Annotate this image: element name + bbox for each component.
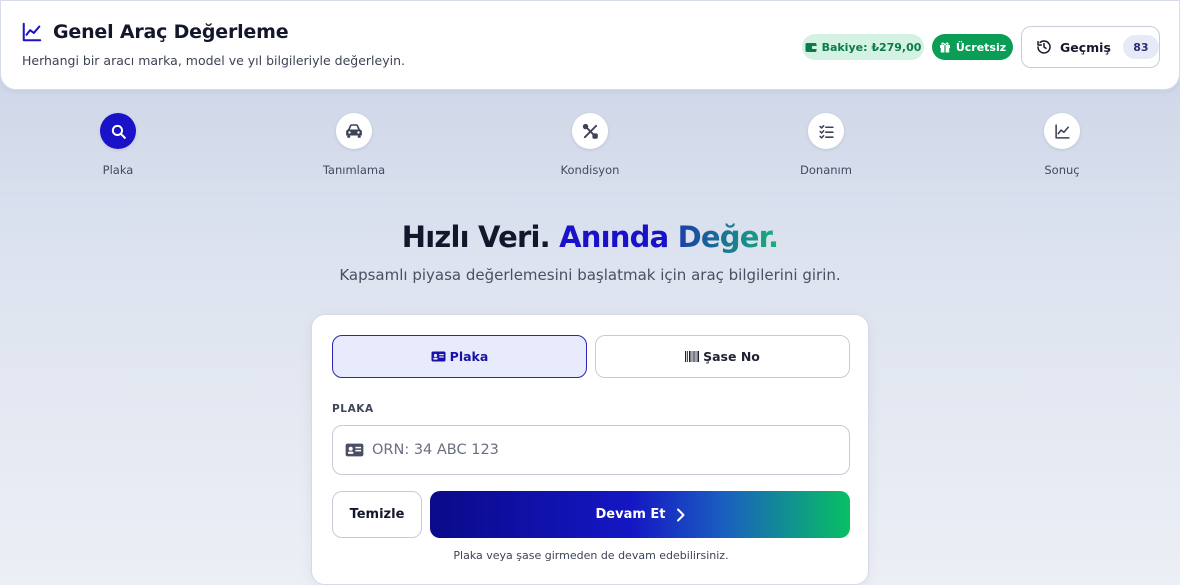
tab-sase-no[interactable]: Şase No xyxy=(595,335,850,378)
tab-sase-no-label: Şase No xyxy=(703,349,760,364)
step-label: Kondisyon xyxy=(560,163,620,177)
chart-line-icon xyxy=(21,21,43,43)
balance-badge: Bakiye: ₺279,00 xyxy=(802,34,924,60)
continue-button[interactable]: Devam Et xyxy=(430,491,850,538)
car-icon xyxy=(336,113,372,149)
page-subtitle: Herhangi bir aracı marka, model ve yıl b… xyxy=(22,53,405,68)
id-card-icon xyxy=(345,443,364,457)
chevron-right-icon xyxy=(676,508,685,522)
tab-plaka[interactable]: Plaka xyxy=(332,335,587,378)
chart-line-icon xyxy=(1044,113,1080,149)
form-hint: Plaka veya şase girmeden de devam edebil… xyxy=(453,549,729,562)
step-sonuc[interactable]: Sonuç xyxy=(1002,113,1122,177)
checklist-icon xyxy=(808,113,844,149)
id-card-icon xyxy=(431,351,446,362)
page-title: Genel Araç Değerleme xyxy=(53,21,289,43)
plate-input-wrapper[interactable] xyxy=(332,425,850,475)
clear-button[interactable]: Temizle xyxy=(332,491,422,538)
history-button[interactable]: Geçmiş 83 xyxy=(1021,26,1160,68)
balance-label: Bakiye: ₺279,00 xyxy=(821,40,922,54)
plate-input[interactable] xyxy=(372,442,832,458)
step-label: Plaka xyxy=(102,163,134,177)
hero-title-part1: Hızlı Veri. xyxy=(401,220,551,254)
tools-icon xyxy=(572,113,608,149)
barcode-icon xyxy=(685,351,700,362)
step-tanimlama[interactable]: Tanımlama xyxy=(294,113,414,177)
step-plaka[interactable]: Plaka xyxy=(58,113,178,177)
hero-subtitle: Kapsamlı piyasa değerlemesini başlatmak … xyxy=(339,266,841,284)
step-label: Donanım xyxy=(800,163,852,177)
step-kondisyon[interactable]: Kondisyon xyxy=(530,113,650,177)
step-label: Tanımlama xyxy=(322,163,386,177)
wallet-icon xyxy=(805,42,817,53)
plate-field-label: PLAKA xyxy=(332,403,374,415)
free-badge: Ücretsiz xyxy=(932,34,1013,60)
hero-title: Hızlı Veri. Anında Değer. xyxy=(0,220,1180,254)
history-label: Geçmiş xyxy=(1060,39,1111,55)
step-donanim[interactable]: Donanım xyxy=(766,113,886,177)
gift-icon xyxy=(939,41,951,53)
history-icon xyxy=(1036,39,1052,55)
free-label: Ücretsiz xyxy=(955,40,1007,54)
step-label: Sonuç xyxy=(1044,163,1080,177)
continue-button-label: Devam Et xyxy=(595,507,666,522)
tab-plaka-label: Plaka xyxy=(449,349,489,364)
hero-title-part2: Anında xyxy=(559,220,669,254)
vehicle-input-card: Plaka Şase No PLAKA Temizle Devam Et Pla… xyxy=(311,314,869,585)
header-title-row: Genel Araç Değerleme xyxy=(21,21,289,43)
page-header: Genel Araç Değerleme Herhangi bir aracı … xyxy=(0,0,1180,90)
history-count-badge: 83 xyxy=(1122,35,1159,59)
search-icon xyxy=(100,113,136,149)
hero-title-part3: Değer. xyxy=(677,220,779,254)
